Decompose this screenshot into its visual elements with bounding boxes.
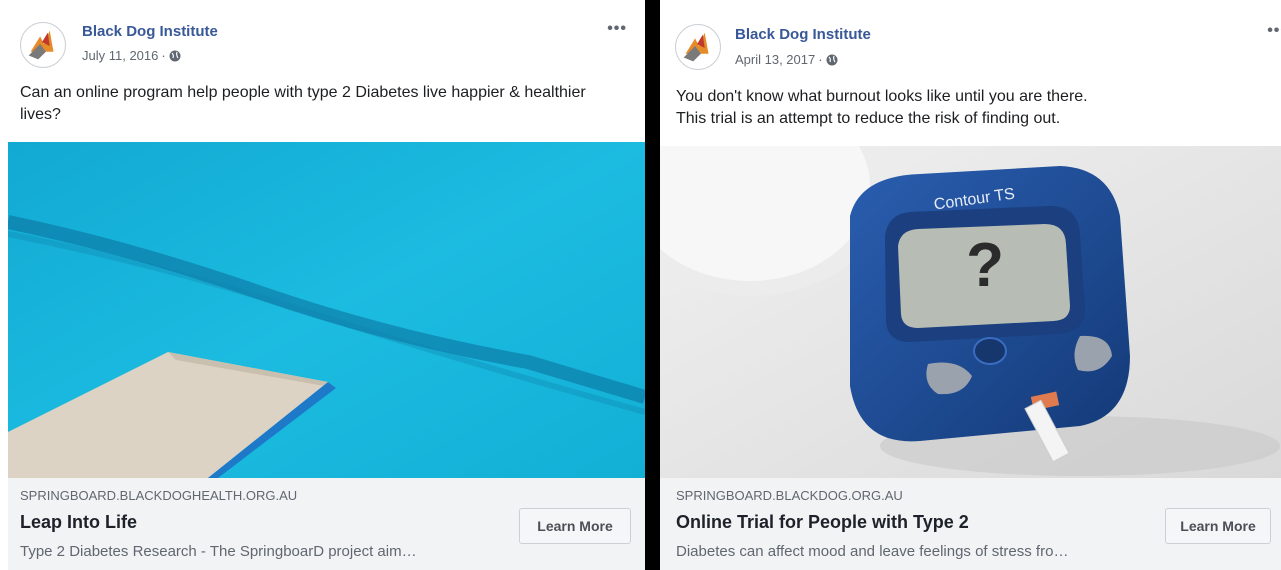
post-meta: April 13, 2017 · [735, 52, 838, 67]
caption-line: You don't know what burnout looks like u… [676, 88, 1088, 105]
meter-screen-symbol: ? [966, 231, 1004, 300]
facebook-post-left: Black Dog Institute July 11, 2016 · ••• … [0, 0, 645, 570]
globe-icon [826, 54, 838, 65]
more-options-icon[interactable]: ••• [607, 20, 627, 38]
learn-more-button[interactable]: Learn More [1165, 508, 1271, 544]
learn-more-button[interactable]: Learn More [519, 508, 631, 544]
caption-line: This trial is an attempt to reduce the r… [676, 110, 1061, 127]
post-header: Black Dog Institute April 13, 2017 · ••• [660, 0, 1281, 80]
glucose-meter-image: ? Contour TS [660, 146, 1281, 478]
black-dog-logo-icon [683, 32, 709, 62]
post-caption: You don't know what burnout looks like u… [676, 86, 1251, 130]
post-meta: July 11, 2016 · [82, 48, 181, 63]
page-avatar[interactable] [675, 24, 721, 70]
post-image-pool[interactable] [8, 142, 645, 478]
meta-separator: · [161, 48, 166, 63]
facebook-post-right: Black Dog Institute April 13, 2017 · •••… [660, 0, 1281, 570]
link-domain: SPRINGBOARD.BLACKDOGHEALTH.ORG.AU [20, 488, 298, 503]
link-description: Type 2 Diabetes Research - The Springboa… [20, 543, 417, 560]
black-dog-logo-icon [28, 30, 54, 60]
link-preview[interactable]: SPRINGBOARD.BLACKDOGHEALTH.ORG.AU Leap I… [8, 478, 645, 570]
page-name-link[interactable]: Black Dog Institute [82, 23, 218, 40]
post-caption: Can an online program help people with t… [20, 84, 586, 123]
page-avatar[interactable] [20, 22, 66, 68]
link-domain: SPRINGBOARD.BLACKDOG.ORG.AU [676, 488, 903, 503]
link-headline[interactable]: Online Trial for People with Type 2 [676, 512, 969, 533]
link-headline[interactable]: Leap Into Life [20, 512, 137, 533]
post-image-glucose-meter[interactable]: ? Contour TS [660, 146, 1281, 478]
link-description: Diabetes can affect mood and leave feeli… [676, 543, 1069, 560]
post-date[interactable]: April 13, 2017 [735, 52, 815, 67]
pool-diving-board-image [8, 142, 645, 478]
meta-separator: · [818, 52, 823, 67]
more-options-icon[interactable]: ••• [1267, 22, 1281, 40]
globe-icon [169, 50, 181, 61]
link-preview[interactable]: SPRINGBOARD.BLACKDOG.ORG.AU Online Trial… [660, 478, 1281, 570]
post-header: Black Dog Institute July 11, 2016 · ••• [0, 0, 645, 80]
page-name-link[interactable]: Black Dog Institute [735, 26, 871, 43]
post-date[interactable]: July 11, 2016 [82, 48, 158, 63]
